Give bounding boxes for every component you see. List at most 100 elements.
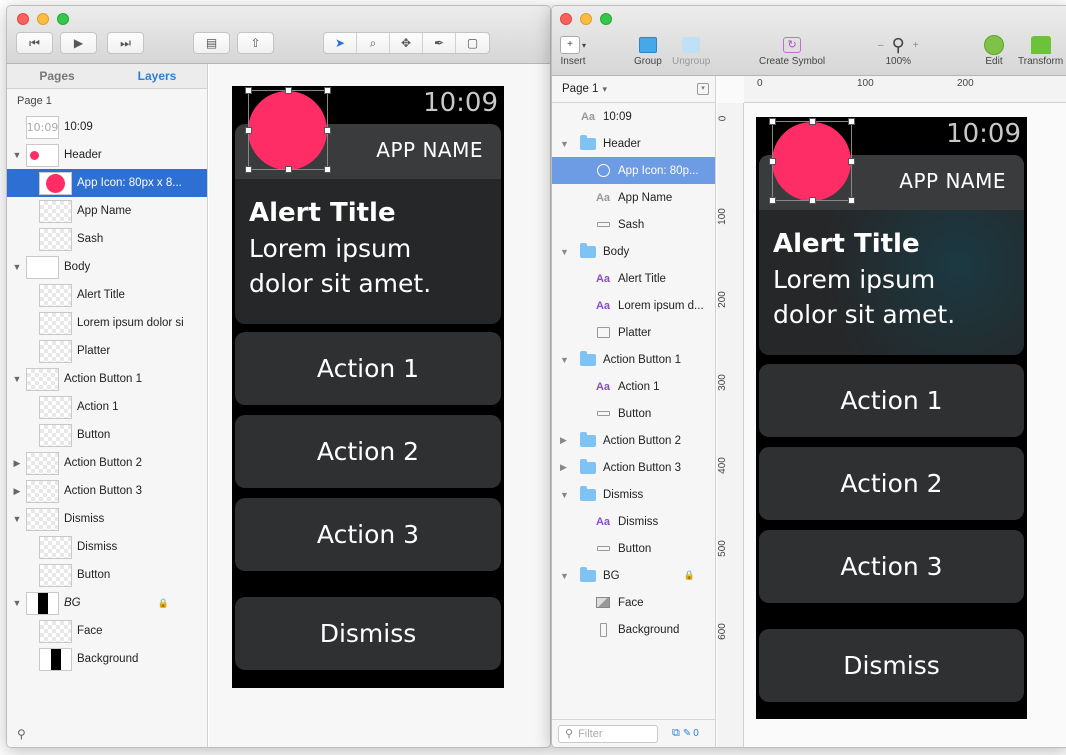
dismiss-button[interactable]: Dismiss (759, 629, 1024, 702)
lock-icon[interactable]: 🔒 (684, 570, 695, 581)
layer-row[interactable]: Aa 10:09 (552, 103, 715, 130)
zoom-window-button[interactable] (600, 13, 612, 25)
resize-handle[interactable] (809, 118, 816, 125)
layer-row[interactable]: ▼ Dismiss (552, 481, 715, 508)
page-label[interactable]: Page 1 (7, 89, 207, 113)
layer-row[interactable]: ▼ BG 🔒 (552, 562, 715, 589)
share-button[interactable]: ⇧ (237, 32, 274, 54)
layer-row[interactable]: ▼ Header (552, 130, 715, 157)
disclosure-open-icon[interactable]: ▼ (560, 571, 569, 581)
disclosure-open-icon[interactable]: ▼ (12, 262, 22, 272)
close-window-button[interactable] (560, 13, 572, 25)
disclosure-open-icon[interactable]: ▼ (560, 490, 569, 500)
resize-handle[interactable] (324, 127, 331, 134)
layer-row[interactable]: Aa Action 1 (552, 373, 715, 400)
resize-handle[interactable] (848, 118, 855, 125)
edit-tool[interactable]: Edit (984, 34, 1004, 67)
resize-handle[interactable] (285, 166, 292, 173)
ungroup-tool[interactable]: Ungroup (672, 34, 710, 67)
action-button-2[interactable]: Action 2 (759, 447, 1024, 520)
lock-icon[interactable]: 🔒 (158, 598, 169, 609)
tab-pages[interactable]: Pages (7, 64, 107, 88)
collapse-icon[interactable]: ▾ (697, 83, 709, 95)
resize-handle[interactable] (769, 158, 776, 165)
layer-row[interactable]: Aa Alert Title (552, 265, 715, 292)
layer-row[interactable]: Sash (552, 211, 715, 238)
disclosure-closed-icon[interactable]: ▶ (560, 462, 567, 473)
disclosure-open-icon[interactable]: ▼ (12, 514, 22, 524)
skip-forward-button[interactable]: ⏭ (107, 32, 144, 54)
layer-row[interactable]: Button (552, 400, 715, 427)
page-selector[interactable]: Page 1 ▾ ▾ (552, 76, 715, 103)
filter-input[interactable]: ⚲ Filter (558, 724, 658, 743)
zoom-in-icon[interactable]: + (913, 40, 919, 51)
action-button-1[interactable]: Action 1 (235, 332, 501, 405)
disclosure-open-icon[interactable]: ▼ (560, 139, 569, 149)
disclosure-open-icon[interactable]: ▼ (12, 150, 22, 160)
layer-row[interactable]: Aa Lorem ipsum d... (552, 292, 715, 319)
watch-artboard-right[interactable]: 10:09 APP NAME Alert Title Lorem ipsum d… (756, 117, 1027, 719)
layer-row[interactable]: ▶ Action Button 2 (7, 449, 207, 477)
search-icon[interactable]: ⚲ (17, 727, 26, 741)
disclosure-closed-icon[interactable]: ▶ (560, 435, 567, 446)
layer-row[interactable]: App Icon: 80px x 8... (7, 169, 207, 197)
skip-back-button[interactable]: ⏮ (16, 32, 53, 54)
insert-tool[interactable]: + ▾ Insert (560, 34, 586, 67)
action-button-3[interactable]: Action 3 (235, 498, 501, 571)
canvas-left[interactable]: 10:09 APP NAME Alert Title Lorem ipsum d… (209, 64, 550, 747)
layer-row[interactable]: App Icon: 80p... (552, 157, 715, 184)
layer-row[interactable]: Aa Dismiss (552, 508, 715, 535)
disclosure-open-icon[interactable]: ▼ (12, 374, 22, 384)
symbols-filter-icon[interactable]: ⧉ (672, 727, 680, 740)
minimize-window-button[interactable] (37, 13, 49, 25)
layer-row[interactable]: Alert Title (7, 281, 207, 309)
disclosure-closed-icon[interactable]: ▶ (12, 486, 22, 497)
layer-row[interactable]: 10:09 10:09 (7, 113, 207, 141)
layer-row[interactable]: Sash (7, 225, 207, 253)
transform-tool[interactable]: Transform (1018, 34, 1063, 67)
layer-row[interactable]: ▼ Action Button 1 (552, 346, 715, 373)
layer-row[interactable]: Button (552, 535, 715, 562)
resize-handle[interactable] (245, 127, 252, 134)
layer-row[interactable]: Dismiss (7, 533, 207, 561)
layer-row[interactable]: App Name (7, 197, 207, 225)
zoom-tool[interactable]: – ⚲ + 100% (878, 34, 919, 68)
resize-handle[interactable] (245, 87, 252, 94)
layer-row[interactable]: ▶ Action Button 3 (552, 454, 715, 481)
canvas-right[interactable]: 0 100 200 0 100 200 300 400 500 600 10:0… (717, 76, 1066, 747)
layer-row[interactable]: ▼ Body (552, 238, 715, 265)
layer-row[interactable]: ▼ Action Button 1 (7, 365, 207, 393)
layer-row[interactable]: Action 1 (7, 393, 207, 421)
action-button-2[interactable]: Action 2 (235, 415, 501, 488)
zoom-window-button[interactable] (57, 13, 69, 25)
layer-row[interactable]: Face (7, 617, 207, 645)
layer-row[interactable]: ▼ Header (7, 141, 207, 169)
move-tool-icon[interactable]: ✥ (390, 33, 423, 53)
resize-handle[interactable] (848, 158, 855, 165)
layer-row[interactable]: Button (7, 561, 207, 589)
disclosure-open-icon[interactable]: ▼ (560, 247, 569, 257)
layer-row[interactable]: ▼ Body (7, 253, 207, 281)
resize-handle[interactable] (809, 197, 816, 204)
resize-handle[interactable] (769, 118, 776, 125)
layer-row[interactable]: ▼ BG 🔒 (7, 589, 207, 617)
resize-handle[interactable] (848, 197, 855, 204)
layer-row[interactable]: Background (552, 616, 715, 643)
zoom-tool-icon[interactable]: ⌕ (357, 33, 390, 53)
resize-handle[interactable] (769, 197, 776, 204)
resize-handle[interactable] (324, 166, 331, 173)
watch-artboard[interactable]: 10:09 APP NAME Alert Title Lorem ipsum d… (232, 86, 504, 688)
zoom-out-icon[interactable]: – (878, 40, 884, 51)
close-window-button[interactable] (17, 13, 29, 25)
create-symbol-tool[interactable]: ↻ Create Symbol (759, 34, 825, 67)
layer-row[interactable]: ▼ Dismiss (7, 505, 207, 533)
layer-row[interactable]: ▶ Action Button 3 (7, 477, 207, 505)
layer-row[interactable]: ▶ Action Button 2 (552, 427, 715, 454)
action-button-3[interactable]: Action 3 (759, 530, 1024, 603)
disclosure-open-icon[interactable]: ▼ (12, 598, 22, 608)
layer-row[interactable]: Face (552, 589, 715, 616)
group-tool[interactable]: Group (634, 34, 662, 67)
disclosure-open-icon[interactable]: ▼ (560, 355, 569, 365)
layer-row[interactable]: Background (7, 645, 207, 673)
pen-tool-icon[interactable]: ✒ (423, 33, 456, 53)
